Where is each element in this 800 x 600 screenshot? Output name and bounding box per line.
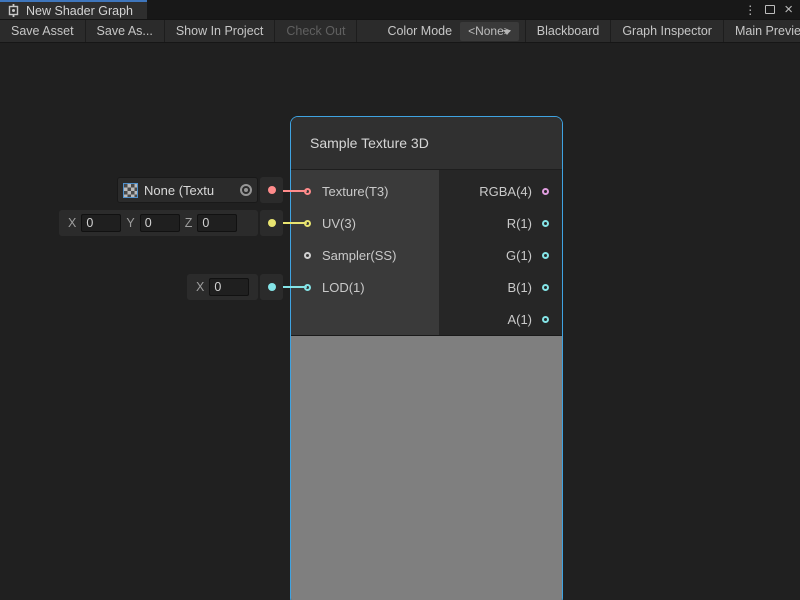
color-mode-label: Color Mode bbox=[357, 20, 460, 42]
output-port-label: R(1) bbox=[507, 216, 532, 231]
x-axis-label: X bbox=[68, 216, 76, 230]
node-title: Sample Texture 3D bbox=[310, 135, 429, 151]
uv-vector3-field: X Y Z bbox=[59, 210, 258, 236]
save-asset-button[interactable]: Save Asset bbox=[0, 20, 86, 42]
lod-x-input[interactable] bbox=[209, 278, 249, 296]
lod-connector-box bbox=[260, 274, 283, 300]
output-row-a: A(1) bbox=[439, 303, 562, 335]
output-port-label: B(1) bbox=[507, 280, 532, 295]
show-in-project-button[interactable]: Show In Project bbox=[165, 20, 276, 42]
output-row-g: G(1) bbox=[439, 239, 562, 271]
window-maximize-icon[interactable] bbox=[765, 5, 775, 14]
node-sample-texture-3d[interactable]: Sample Texture 3D Texture(T3) UV(3) Samp… bbox=[290, 116, 563, 600]
texture-checker-icon bbox=[123, 183, 138, 198]
input-port-label: LOD(1) bbox=[322, 280, 365, 295]
x-axis-label: X bbox=[196, 280, 204, 294]
uv-connector-box bbox=[260, 210, 283, 236]
output-row-b: B(1) bbox=[439, 271, 562, 303]
texture-object-field[interactable]: None (Textu bbox=[117, 177, 258, 203]
color-mode-dropdown[interactable]: <None> bbox=[460, 22, 519, 41]
check-out-button: Check Out bbox=[275, 20, 357, 42]
uv-z-input[interactable] bbox=[197, 214, 237, 232]
graph-canvas[interactable]: Sample Texture 3D Texture(T3) UV(3) Samp… bbox=[0, 43, 800, 600]
output-port-a[interactable] bbox=[542, 316, 549, 323]
save-as-button[interactable]: Save As... bbox=[86, 20, 165, 42]
object-picker-icon[interactable] bbox=[240, 184, 252, 196]
main-preview-toggle-button[interactable]: Main Preview bbox=[723, 20, 800, 42]
output-row-rgba: RGBA(4) bbox=[439, 175, 562, 207]
window-controls: ⋮ × bbox=[744, 0, 800, 19]
output-row-r: R(1) bbox=[439, 207, 562, 239]
input-port-label: Texture(T3) bbox=[322, 184, 388, 199]
chevron-down-icon bbox=[503, 30, 511, 35]
input-port-sampler[interactable] bbox=[304, 252, 311, 259]
uv-connector-dot[interactable] bbox=[268, 219, 276, 227]
node-preview bbox=[291, 336, 562, 600]
output-port-rgba[interactable] bbox=[542, 188, 549, 195]
texture-connector-box bbox=[260, 177, 283, 203]
lod-field: X bbox=[187, 274, 258, 300]
input-row-sampler: Sampler(SS) bbox=[291, 239, 439, 271]
input-ports-column: Texture(T3) UV(3) Sampler(SS) LOD(1) bbox=[291, 170, 439, 335]
shader-graph-asset-icon bbox=[7, 4, 20, 17]
shader-graph-window: New Shader Graph ⋮ × Save Asset Save As.… bbox=[0, 0, 800, 600]
lod-connector-dot[interactable] bbox=[268, 283, 276, 291]
z-axis-label: Z bbox=[185, 216, 193, 230]
tab-new-shader-graph[interactable]: New Shader Graph bbox=[0, 0, 147, 19]
texture-connector-dot[interactable] bbox=[268, 186, 276, 194]
graph-inspector-toggle-button[interactable]: Graph Inspector bbox=[610, 20, 723, 42]
output-port-label: RGBA(4) bbox=[479, 184, 532, 199]
output-port-r[interactable] bbox=[542, 220, 549, 227]
tab-title: New Shader Graph bbox=[26, 4, 133, 18]
uv-y-input[interactable] bbox=[140, 214, 180, 232]
node-title-bar[interactable]: Sample Texture 3D bbox=[291, 117, 562, 170]
output-port-label: A(1) bbox=[507, 312, 532, 327]
input-row-lod: LOD(1) bbox=[291, 271, 439, 303]
output-port-label: G(1) bbox=[506, 248, 532, 263]
output-port-g[interactable] bbox=[542, 252, 549, 259]
blackboard-toggle-button[interactable]: Blackboard bbox=[525, 20, 611, 42]
y-axis-label: Y bbox=[126, 216, 134, 230]
uv-x-input[interactable] bbox=[81, 214, 121, 232]
title-bar: New Shader Graph ⋮ × bbox=[0, 0, 800, 19]
input-row-uv: UV(3) bbox=[291, 207, 439, 239]
input-port-label: Sampler(SS) bbox=[322, 248, 396, 263]
node-port-area: Texture(T3) UV(3) Sampler(SS) LOD(1) bbox=[291, 170, 562, 336]
texture-object-value: None (Textu bbox=[144, 183, 240, 198]
toolbar-right-group: Blackboard Graph Inspector Main Preview bbox=[525, 20, 800, 42]
output-port-b[interactable] bbox=[542, 284, 549, 291]
toolbar: Save Asset Save As... Show In Project Ch… bbox=[0, 19, 800, 43]
window-menu-icon[interactable]: ⋮ bbox=[744, 3, 756, 17]
window-close-icon[interactable]: × bbox=[784, 2, 793, 17]
input-port-label: UV(3) bbox=[322, 216, 356, 231]
input-row-texture: Texture(T3) bbox=[291, 175, 439, 207]
output-ports-column: RGBA(4) R(1) G(1) B(1) bbox=[439, 170, 562, 335]
